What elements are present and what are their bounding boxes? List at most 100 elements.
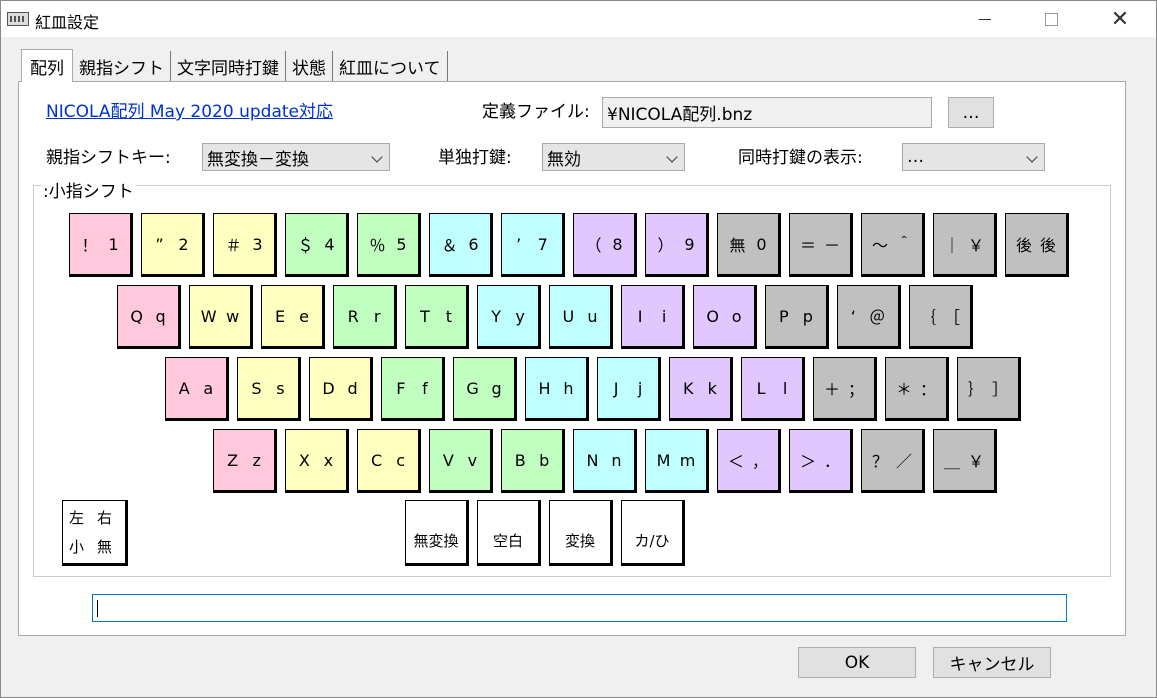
test-input[interactable] xyxy=(92,594,1067,622)
key[interactable]: ？／ xyxy=(861,429,925,493)
def-file-field[interactable]: ¥NICOLA配列.bnz xyxy=(602,97,932,128)
key[interactable]: ＊： xyxy=(885,357,949,421)
key-shift-char: ｜ xyxy=(943,236,960,255)
tab-status[interactable]: 状態 xyxy=(286,51,333,81)
key[interactable]: ＞． xyxy=(789,429,853,493)
single-press-select[interactable]: 無効 xyxy=(542,143,685,171)
key[interactable]: ＃ 3 xyxy=(213,213,277,277)
key[interactable]: Mm xyxy=(645,429,709,493)
key[interactable]: Vv xyxy=(429,429,493,493)
key[interactable]: ＋； xyxy=(813,357,877,421)
key-shift-char: P xyxy=(779,306,789,326)
key[interactable]: （8 xyxy=(573,213,637,277)
key-henkan[interactable]: 変換 xyxy=(549,500,613,566)
key-muhenkan[interactable]: 無変換 xyxy=(405,500,469,566)
key[interactable]: ｜ ￥ xyxy=(933,213,997,277)
key[interactable]: Hh xyxy=(525,357,589,421)
key-kana[interactable]: カ/ひ xyxy=(621,500,685,566)
key-space[interactable]: 空白 xyxy=(477,500,541,566)
key[interactable]: Oo xyxy=(693,285,757,349)
key[interactable]: Zz xyxy=(213,429,277,493)
key[interactable]: Gg xyxy=(453,357,517,421)
key-shift-char: T xyxy=(419,306,430,326)
key[interactable]: Rr xyxy=(333,285,397,349)
key[interactable]: Pp xyxy=(765,285,829,349)
simul-display-select[interactable]: … xyxy=(902,143,1045,171)
key-base-char: 後 xyxy=(1039,236,1056,255)
key-base-char: i xyxy=(661,306,667,326)
thumb-key-select[interactable]: 無変換－変換 xyxy=(202,143,390,171)
key-base-char: ： xyxy=(919,380,936,399)
key-base-char: 7 xyxy=(537,234,548,254)
minimize-button[interactable] xyxy=(956,1,1014,37)
key[interactable]: ＝－ xyxy=(789,213,853,277)
key[interactable]: ’ 7 xyxy=(501,213,565,277)
key[interactable]: Qq xyxy=(117,285,181,349)
key[interactable]: ～ ＾ xyxy=(861,213,925,277)
key[interactable]: ＆ 6 xyxy=(429,213,493,277)
key[interactable]: ％ 5 xyxy=(357,213,421,277)
key[interactable]: ＜， xyxy=(717,429,781,493)
single-press-label: 単独打鍵: xyxy=(438,148,512,168)
key-shift-char: ｛ xyxy=(919,308,936,327)
key[interactable]: ” 2 xyxy=(141,213,205,277)
key[interactable]: Dd xyxy=(309,357,373,421)
key-base-char: l xyxy=(782,378,788,398)
key[interactable]: ｛ ［ xyxy=(909,285,973,349)
key[interactable]: Ww xyxy=(189,285,253,349)
key-shift-char: I xyxy=(637,306,643,326)
key-base-char: f xyxy=(422,378,428,398)
key[interactable]: Ll xyxy=(741,357,805,421)
thumb-key-value: 無変換－変換 xyxy=(207,149,309,170)
maximize-button[interactable] xyxy=(1022,1,1080,37)
key-shift-char: ～ xyxy=(871,236,888,255)
key[interactable]: ） 9 xyxy=(645,213,709,277)
key[interactable]: Uu xyxy=(549,285,613,349)
key-base-char: p xyxy=(802,306,813,326)
key[interactable]: 後後 xyxy=(1005,213,1069,277)
key[interactable]: ｝ ］ xyxy=(957,357,1021,421)
key[interactable]: Kk xyxy=(669,357,733,421)
key[interactable]: Aa xyxy=(165,357,229,421)
key[interactable]: Yy xyxy=(477,285,541,349)
key-shift-char: ‘ xyxy=(850,306,856,326)
key[interactable]: Xx xyxy=(285,429,349,493)
key[interactable]: Nn xyxy=(573,429,637,493)
key[interactable]: Ee xyxy=(261,285,325,349)
key-shift-char: ＿ xyxy=(943,452,960,471)
key[interactable]: ＄ 4 xyxy=(285,213,349,277)
key[interactable]: 無0 xyxy=(717,213,781,277)
close-button[interactable]: ✕ xyxy=(1091,1,1149,37)
ok-button[interactable]: OK xyxy=(798,647,916,678)
key-shift-char: D xyxy=(322,378,335,398)
key[interactable]: Jj xyxy=(597,357,661,421)
key[interactable]: Cc xyxy=(357,429,421,493)
key-base-char: c xyxy=(396,450,405,470)
key[interactable]: Bb xyxy=(501,429,565,493)
browse-button[interactable]: … xyxy=(948,97,994,128)
tab-layout[interactable]: 配列 xyxy=(21,49,73,82)
def-file-label: 定義ファイル: xyxy=(482,102,590,122)
key[interactable]: Ss xyxy=(237,357,301,421)
key[interactable]: ！ 1 xyxy=(69,213,133,277)
legend-key: 左 右 小 無 xyxy=(62,500,128,566)
key[interactable]: Ff xyxy=(381,357,445,421)
key-base-char: d xyxy=(347,378,358,398)
key-shift-char: H xyxy=(538,378,551,398)
key-shift-char: C xyxy=(371,450,383,470)
key-shift-char: F xyxy=(396,378,406,398)
cancel-button[interactable]: キャンセル xyxy=(933,647,1051,678)
key[interactable]: Ii xyxy=(621,285,685,349)
tab-thumb-shift[interactable]: 親指シフト xyxy=(73,51,171,81)
single-press-value: 無効 xyxy=(547,149,581,170)
key-base-char: x xyxy=(323,450,334,470)
tab-simultaneous[interactable]: 文字同時打鍵 xyxy=(171,51,286,81)
layout-link[interactable]: NICOLA配列 May 2020 update対応 xyxy=(46,97,333,122)
key[interactable]: ‘＠ xyxy=(837,285,901,349)
key[interactable]: Tt xyxy=(405,285,469,349)
key[interactable]: ＿ ￥ xyxy=(933,429,997,493)
key-base-char: 5 xyxy=(396,234,407,254)
tab-about[interactable]: 紅皿について xyxy=(333,51,448,81)
key-base-char: e xyxy=(299,306,309,326)
key-shift-char: N xyxy=(586,450,599,470)
